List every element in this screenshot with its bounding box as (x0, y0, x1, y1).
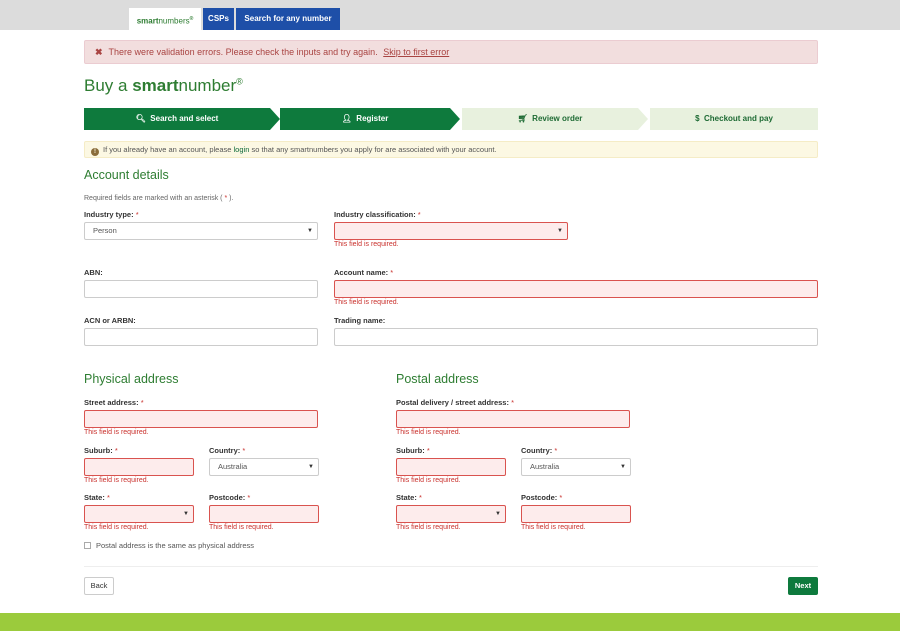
caret-down-icon: ▼ (308, 464, 314, 470)
caret-down-icon: ▼ (495, 511, 501, 517)
postal-street-input[interactable] (396, 410, 630, 428)
postal-street-label: Postal delivery / street address: * (396, 398, 514, 407)
step-chevron (270, 108, 280, 130)
physical-state-select[interactable]: ▼ (84, 505, 194, 523)
postal-postcode-input[interactable] (521, 505, 631, 523)
error-x-icon: ✖ (95, 47, 103, 57)
next-button[interactable]: Next (788, 577, 818, 595)
page-title: Buy a smartnumber® (84, 76, 243, 95)
postal-postcode-error: This field is required. (521, 524, 586, 531)
dollar-icon: $ (695, 114, 700, 123)
postal-suburb-label: Suburb: * (396, 446, 430, 455)
postal-suburb-input[interactable] (396, 458, 506, 476)
physical-state-error: This field is required. (84, 524, 149, 531)
postal-state-error: This field is required. (396, 524, 461, 531)
physical-street-label: Street address: * (84, 398, 144, 407)
step-checkout-and-pay[interactable]: $ Checkout and pay (650, 108, 818, 130)
step-chevron (450, 108, 460, 130)
step-register[interactable]: 👤︎ Register (280, 108, 450, 130)
physical-street-error: This field is required. (84, 429, 149, 436)
warning-circle-icon: ! (91, 148, 99, 156)
account-name-label: Account name: * (334, 268, 394, 277)
tab-csps[interactable]: CSPs (203, 8, 234, 30)
physical-street-input[interactable] (84, 410, 318, 428)
physical-postcode-label: Postcode: * (209, 493, 251, 502)
caret-down-icon: ▼ (620, 464, 626, 470)
step-search-and-select[interactable]: 🔍︎ Search and select (84, 108, 270, 130)
same-address-checkbox-row[interactable]: Postal address is the same as physical a… (84, 541, 254, 550)
trading-name-label: Trading name: (334, 316, 386, 325)
physical-suburb-error: This field is required. (84, 477, 149, 484)
postal-address-heading: Postal address (396, 372, 479, 386)
industry-classification-label: Industry classification: * (334, 210, 421, 219)
footer-bar (0, 613, 900, 631)
account-name-input[interactable] (334, 280, 818, 298)
trading-name-input[interactable] (334, 328, 818, 346)
physical-postcode-input[interactable] (209, 505, 319, 523)
login-info-alert: ! If you already have an account, please … (84, 141, 818, 158)
caret-down-icon: ▼ (557, 228, 563, 234)
physical-address-heading: Physical address (84, 372, 179, 386)
step-chevron (638, 108, 648, 130)
search-icon: 🔍︎ (135, 114, 146, 123)
physical-suburb-label: Suburb: * (84, 446, 118, 455)
progress-steps: 🔍︎ Search and select 👤︎ Register 🛒︎ Revi… (84, 108, 818, 130)
form-divider (84, 566, 818, 567)
physical-country-select[interactable]: Australia ▼ (209, 458, 319, 476)
validation-error-alert: ✖ There were validation errors. Please ch… (84, 40, 818, 64)
physical-state-label: State: * (84, 493, 110, 502)
physical-country-label: Country: * (209, 446, 246, 455)
user-icon: 👤︎ (341, 114, 352, 123)
caret-down-icon: ▼ (183, 511, 189, 517)
account-name-error: This field is required. (334, 299, 399, 306)
physical-suburb-input[interactable] (84, 458, 194, 476)
acn-arbn-label: ACN or ARBN: (84, 316, 136, 325)
physical-postcode-error: This field is required. (209, 524, 274, 531)
validation-error-text: There were validation errors. Please che… (108, 47, 378, 57)
account-details-heading: Account details (84, 168, 169, 182)
back-button[interactable]: Back (84, 577, 114, 595)
same-address-checkbox[interactable] (84, 542, 91, 549)
abn-input[interactable] (84, 280, 318, 298)
cart-icon: 🛒︎ (517, 114, 528, 123)
smartnumbers-logo-tab[interactable]: smartnumbers® (129, 8, 201, 30)
login-link[interactable]: login (234, 145, 250, 154)
postal-street-error: This field is required. (396, 429, 461, 436)
abn-label: ABN: (84, 268, 103, 277)
industry-type-select[interactable]: Person ▼ (84, 222, 318, 240)
postal-suburb-error: This field is required. (396, 477, 461, 484)
skip-to-first-error-link[interactable]: Skip to first error (383, 47, 449, 57)
step-review-order[interactable]: 🛒︎ Review order (462, 108, 638, 130)
postal-state-select[interactable]: ▼ (396, 505, 506, 523)
postal-state-label: State: * (396, 493, 422, 502)
postal-postcode-label: Postcode: * (521, 493, 563, 502)
tab-search-any-number[interactable]: Search for any number (236, 8, 340, 30)
caret-down-icon: ▼ (307, 228, 313, 234)
industry-classification-select[interactable]: ▼ (334, 222, 568, 240)
postal-country-select[interactable]: Australia ▼ (521, 458, 631, 476)
acn-arbn-input[interactable] (84, 328, 318, 346)
industry-classification-error: This field is required. (334, 241, 399, 248)
postal-country-label: Country: * (521, 446, 558, 455)
required-fields-note: Required fields are marked with an aster… (84, 195, 234, 202)
industry-type-label: Industry type: * (84, 210, 139, 219)
